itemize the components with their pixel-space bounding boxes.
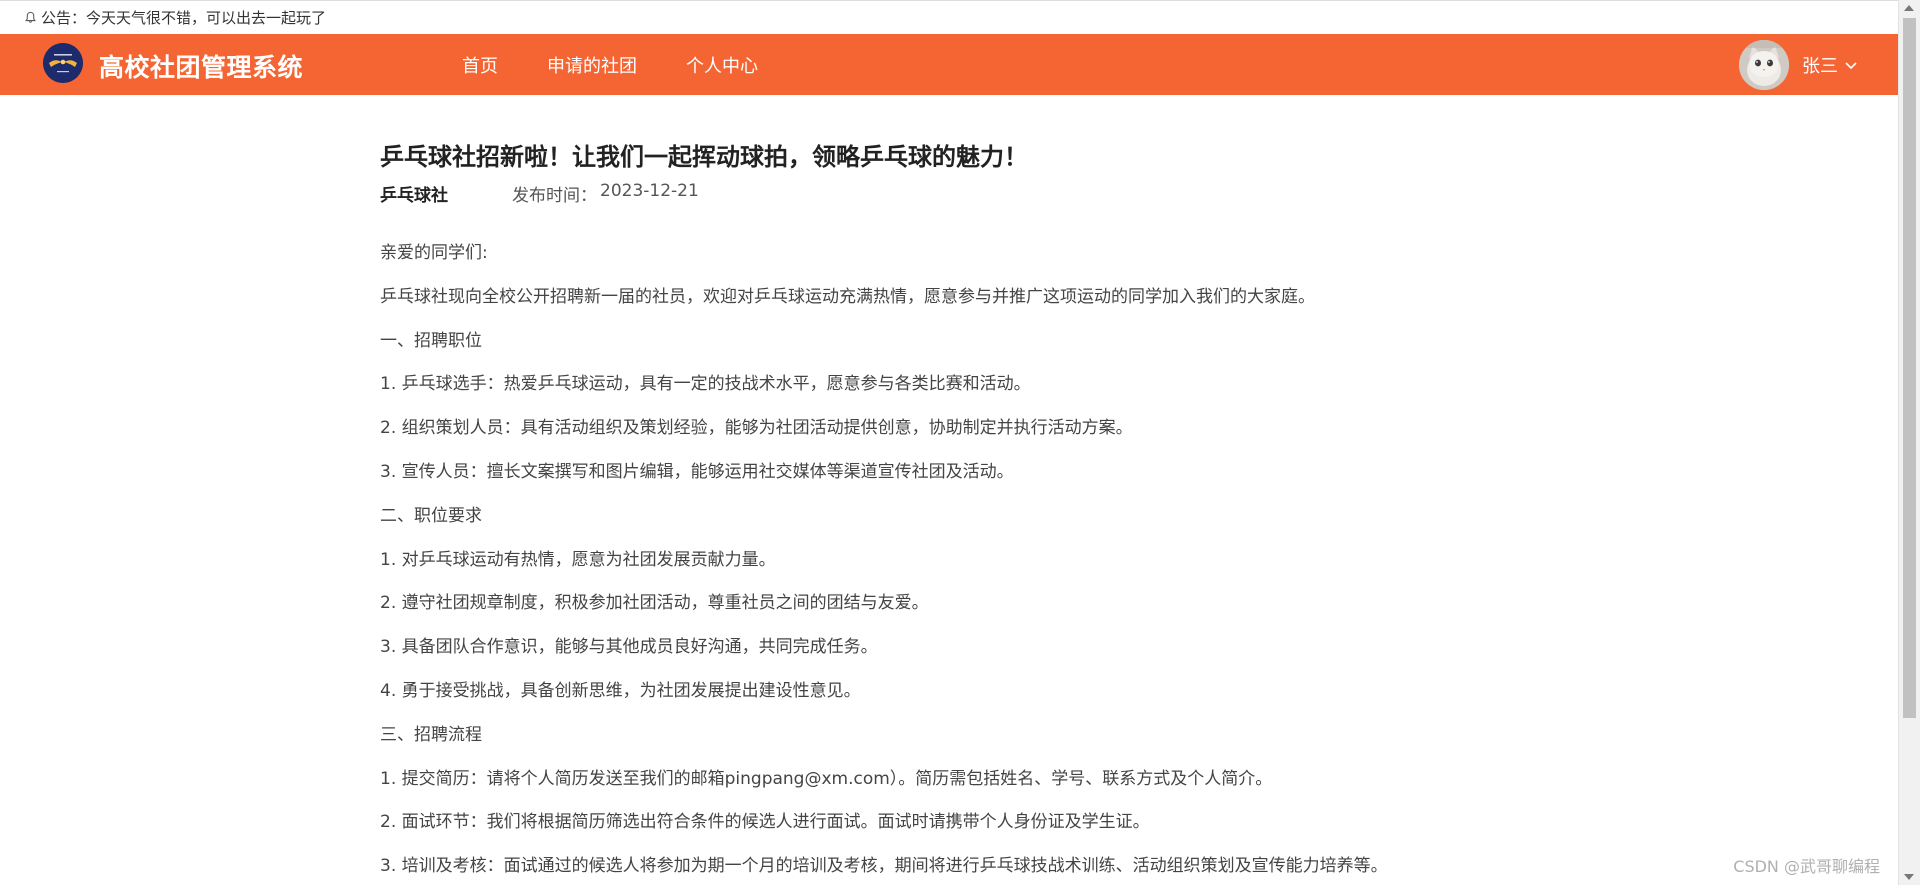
chevron-down-icon[interactable] [1844, 58, 1858, 72]
article-title: 乒乓球社招新啦！让我们一起挥动球拍，领略乒乓球的魅力！ [380, 143, 1028, 171]
watermark: CSDN @武哥聊编程 [1733, 857, 1880, 876]
club-logo[interactable] [43, 43, 83, 83]
nav-personal-center[interactable]: 个人中心 [686, 52, 758, 78]
body-paragraph: 2. 遵守社团规章制度，积极参加社团活动，尊重社员之间的团结与友爱。 [380, 593, 929, 614]
publish-date: 2023-12-21 [600, 181, 699, 201]
body-paragraph: 4. 勇于接受挑战，具备创新思维，为社团发展提出建设性意见。 [380, 680, 861, 701]
main-nav: 首页 申请的社团 个人中心 [462, 34, 807, 95]
bell-icon [25, 11, 36, 23]
site-title[interactable]: 高校社团管理系统 [99, 48, 303, 84]
body-paragraph: 3. 培训及考核：面试通过的候选人将参加为期一个月的培训及考核，期间将进行乒乓球… [380, 856, 1388, 877]
user-name[interactable]: 张三 [1802, 52, 1838, 78]
scrollbar-thumb[interactable] [1903, 18, 1916, 718]
notice-text: 公告：今天天气很不错，可以出去一起玩了 [41, 9, 327, 27]
top-header: 高校社团管理系统 首页 申请的社团 个人中心 张三 [0, 34, 1898, 95]
scroll-up-arrow-icon[interactable] [1904, 5, 1914, 11]
section-heading: 一、招聘职位 [380, 330, 482, 351]
page: 公告：今天天气很不错，可以出去一起玩了 高校社团管理系统 首页 申请的社团 个人… [0, 0, 1920, 885]
body-paragraph: 1. 乒乓球选手：热爱乒乓球运动，具有一定的技战术水平，愿意参与各类比赛和活动。 [380, 374, 1031, 395]
notice-bar: 公告：今天天气很不错，可以出去一起玩了 [0, 0, 1898, 34]
nav-applied-clubs[interactable]: 申请的社团 [547, 52, 637, 78]
body-paragraph: 1. 提交简历：请将个人简历发送至我们的邮箱pingpang@xm.com）。简… [380, 768, 1273, 789]
nav-home[interactable]: 首页 [462, 52, 498, 78]
body-paragraph: 1. 对乒乓球运动有热情，愿意为社团发展贡献力量。 [380, 549, 776, 570]
body-paragraph: 3. 具备团队合作意识，能够与其他成员良好沟通，共同完成任务。 [380, 637, 878, 658]
body-paragraph: 乒乓球社现向全校公开招聘新一届的社员，欢迎对乒乓球运动充满热情，愿意参与并推广这… [380, 286, 1315, 307]
page-scrollbar[interactable] [1898, 0, 1920, 885]
article-body: 亲爱的同学们: 乒乓球社现向全校公开招聘新一届的社员，欢迎对乒乓球运动充满热情，… [380, 242, 1388, 885]
publish-label: 发布时间： [512, 186, 597, 206]
body-paragraph: 亲爱的同学们: [380, 243, 488, 263]
body-paragraph: 3. 宣传人员：擅长文案撰写和图片编辑，能够运用社交媒体等渠道宣传社团及活动。 [380, 461, 1014, 482]
user-menu[interactable]: 张三 [1739, 39, 1858, 91]
scroll-down-arrow-icon[interactable] [1904, 874, 1914, 880]
club-name: 乒乓球社 [380, 186, 448, 206]
cat-avatar[interactable] [1739, 40, 1789, 90]
section-heading: 三、招聘流程 [380, 724, 482, 745]
section-heading: 二、职位要求 [380, 505, 482, 526]
body-paragraph: 2. 组织策划人员：具有活动组织及策划经验，能够为社团活动提供创意，协助制定并执… [380, 418, 1133, 439]
body-paragraph: 2. 面试环节：我们将根据简历筛选出符合条件的候选人进行面试。面试时请携带个人身… [380, 812, 1150, 833]
